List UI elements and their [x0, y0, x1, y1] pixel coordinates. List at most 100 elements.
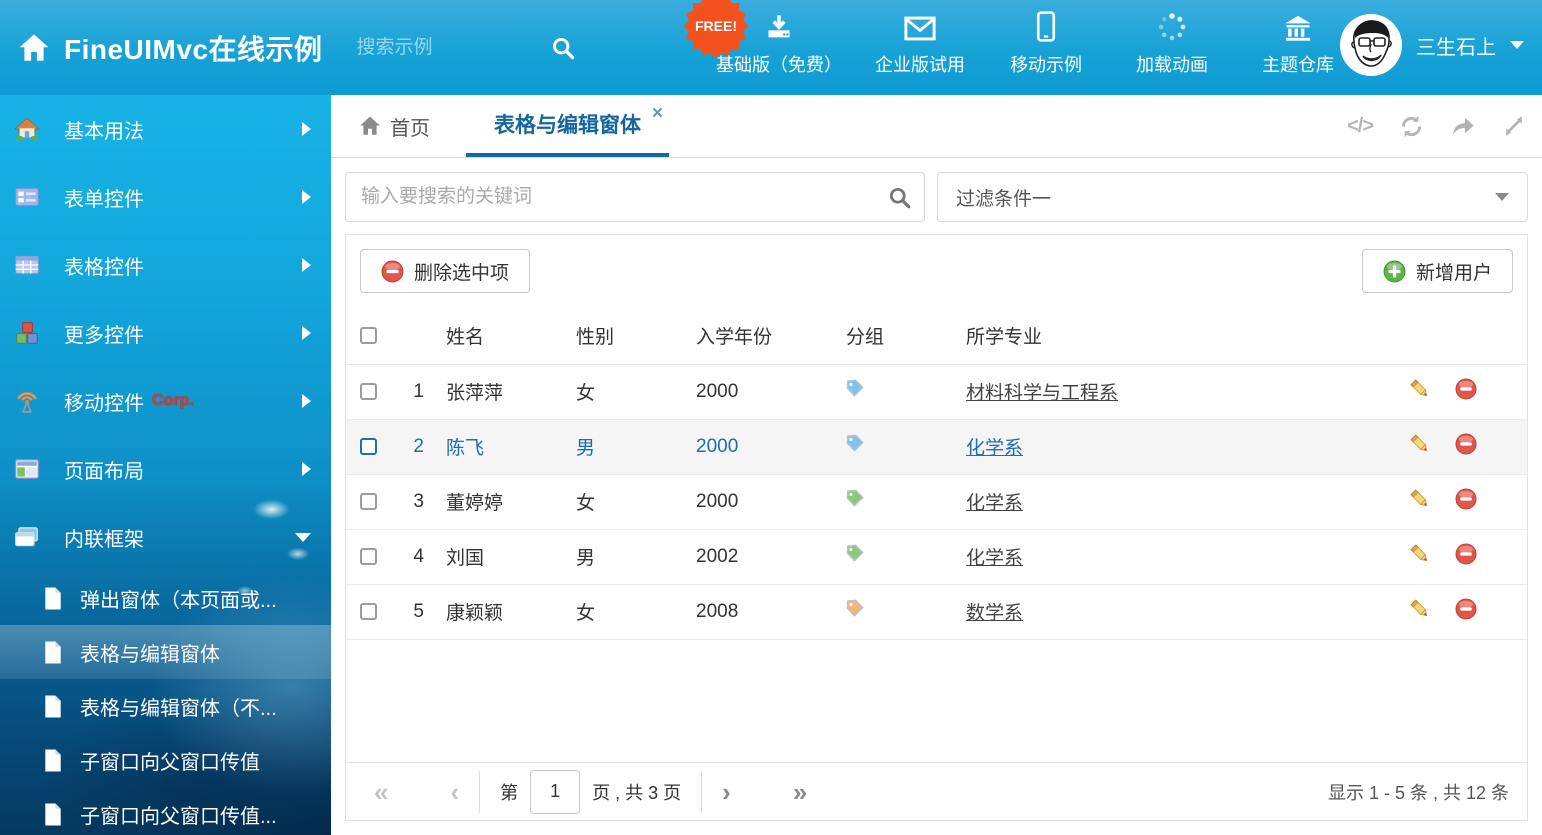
- table-row[interactable]: 5 康颖颖 女 2008 数学系: [346, 584, 1527, 639]
- add-user-button[interactable]: 新增用户: [1362, 249, 1513, 293]
- row-checkbox[interactable]: [360, 548, 377, 565]
- document-icon: [42, 640, 64, 664]
- cell-name: 张萍萍: [436, 364, 566, 419]
- nav-item-basic-version[interactable]: 基础版（免费）: [716, 12, 842, 77]
- next-page-button[interactable]: ›: [722, 779, 731, 805]
- nav-item-theme-repo[interactable]: 主题仓库: [1250, 12, 1346, 77]
- sidebar-subitem-grid-edit-window-2[interactable]: 表格与编辑窗体（不...: [0, 679, 331, 733]
- cell-name: 康颖颖: [436, 584, 566, 639]
- page-prefix: 第: [500, 779, 518, 805]
- sidebar-item-basic-usage[interactable]: 基本用法: [0, 95, 331, 163]
- main-area: 首页 表格与编辑窗体 × </>: [331, 95, 1542, 835]
- sidebar-item-form-controls[interactable]: 表单控件: [0, 163, 331, 231]
- major-link[interactable]: 化学系: [966, 493, 1023, 514]
- cell-name: 董婷婷: [436, 474, 566, 529]
- edit-icon[interactable]: [1409, 433, 1431, 455]
- delete-icon[interactable]: [1455, 433, 1477, 455]
- sidebar-item-label: 移动控件: [64, 387, 144, 416]
- close-icon[interactable]: ×: [652, 104, 663, 123]
- tab-toolbar: </>: [1347, 95, 1526, 157]
- grid-toolbar: 删除选中项 新增用户: [346, 235, 1527, 307]
- delete-icon[interactable]: [1455, 378, 1477, 400]
- row-number: 1: [390, 364, 436, 419]
- sidebar-subitem-grid-edit-window[interactable]: 表格与编辑窗体: [0, 625, 331, 679]
- row-checkbox[interactable]: [360, 383, 377, 400]
- sidebar-item-page-layout[interactable]: 页面布局: [0, 435, 331, 503]
- sidebar-subitem-label: 表格与编辑窗体（不...: [80, 692, 277, 721]
- spinner-icon: [1157, 12, 1187, 42]
- cell-gender: 男: [566, 419, 686, 474]
- share-icon[interactable]: [1450, 114, 1476, 139]
- row-checkbox[interactable]: [360, 493, 377, 510]
- table-header-row: 姓名 性别 入学年份 分组 所学专业: [346, 307, 1527, 364]
- edit-icon[interactable]: [1409, 543, 1431, 565]
- delete-icon[interactable]: [1455, 598, 1477, 620]
- sidebar-item-more-controls[interactable]: 更多控件: [0, 299, 331, 367]
- refresh-icon[interactable]: [1399, 114, 1424, 139]
- nav-label: 加载动画: [1136, 51, 1208, 77]
- cell-year: 2008: [686, 584, 836, 639]
- row-checkbox[interactable]: [360, 438, 377, 455]
- search-icon[interactable]: [551, 36, 575, 60]
- cell-gender: 男: [566, 529, 686, 584]
- nav-item-loading-anim[interactable]: 加载动画: [1124, 12, 1220, 77]
- delete-icon[interactable]: [1455, 488, 1477, 510]
- tab-bar: 首页 表格与编辑窗体 × </>: [331, 95, 1542, 158]
- edit-icon[interactable]: [1409, 378, 1431, 400]
- home-icon[interactable]: [18, 32, 50, 64]
- fullscreen-icon[interactable]: [1502, 114, 1526, 138]
- edit-icon[interactable]: [1409, 598, 1431, 620]
- filter-row: 过滤条件一: [345, 172, 1528, 222]
- nav-item-mobile-demo[interactable]: 移动示例: [998, 12, 1094, 77]
- chevron-right-icon: [302, 190, 311, 204]
- row-checkbox[interactable]: [360, 603, 377, 620]
- nav-label: 企业版试用: [875, 51, 965, 77]
- major-link[interactable]: 化学系: [966, 548, 1023, 569]
- tag-icon: [844, 543, 865, 564]
- major-link[interactable]: 化学系: [966, 438, 1023, 459]
- filter-selected-value: 过滤条件一: [956, 184, 1051, 211]
- antenna-icon: [14, 388, 40, 414]
- tab-home[interactable]: 首页: [345, 95, 444, 157]
- prev-page-button[interactable]: ‹: [450, 779, 459, 805]
- page-number-input[interactable]: [530, 770, 580, 814]
- edit-icon[interactable]: [1409, 488, 1431, 510]
- select-all-checkbox[interactable]: [360, 327, 377, 344]
- delete-selected-button[interactable]: 删除选中项: [360, 249, 530, 293]
- nav-item-enterprise-trial[interactable]: 企业版试用: [872, 12, 968, 77]
- sidebar: 基本用法 表单控件 表格控件 更多控件 移动控件 Corp.: [0, 95, 331, 835]
- app-window: FineUIMvc在线示例 FREE! 基础版（免费） 企业版试用 移动示例: [0, 0, 1542, 835]
- tab-grid-edit-window[interactable]: 表格与编辑窗体 ×: [466, 95, 669, 157]
- header-search-input[interactable]: [357, 37, 507, 59]
- keyword-search-input[interactable]: [346, 173, 924, 221]
- source-code-icon[interactable]: </>: [1347, 115, 1373, 138]
- search-icon[interactable]: [888, 186, 911, 214]
- major-link[interactable]: 数学系: [966, 603, 1023, 624]
- chevron-right-icon: [302, 258, 311, 272]
- sidebar-item-mobile-controls[interactable]: 移动控件 Corp.: [0, 367, 331, 435]
- sidebar-subitem-child-to-parent-2[interactable]: 子窗口向父窗口传值...: [0, 787, 331, 835]
- sidebar-subitem-child-to-parent[interactable]: 子窗口向父窗口传值: [0, 733, 331, 787]
- table-row[interactable]: 1 张萍萍 女 2000 材料科学与工程系: [346, 364, 1527, 419]
- first-page-button[interactable]: «: [374, 779, 388, 805]
- row-number: 5: [390, 584, 436, 639]
- table-row[interactable]: 2 陈飞 男 2000 化学系: [346, 419, 1527, 474]
- home-icon: [359, 115, 381, 137]
- bank-icon: [1283, 12, 1313, 42]
- avatar: [1340, 14, 1402, 76]
- major-link[interactable]: 材料科学与工程系: [966, 383, 1118, 404]
- sidebar-subitem-label: 弹出窗体（本页面或...: [80, 584, 277, 613]
- user-menu[interactable]: 三生石上: [1340, 14, 1524, 76]
- frames-icon: [14, 524, 40, 550]
- table-row[interactable]: 4 刘国 男 2002 化学系: [346, 529, 1527, 584]
- delete-icon[interactable]: [1455, 543, 1477, 565]
- filter-dropdown[interactable]: 过滤条件一: [937, 172, 1528, 222]
- download-icon: [764, 12, 794, 42]
- cell-name: 刘国: [436, 529, 566, 584]
- table-row[interactable]: 3 董婷婷 女 2000 化学系: [346, 474, 1527, 529]
- document-icon: [42, 748, 64, 772]
- sidebar-item-grid-controls[interactable]: 表格控件: [0, 231, 331, 299]
- last-page-button[interactable]: »: [793, 779, 807, 805]
- sidebar-item-iframe[interactable]: 内联框架: [0, 503, 331, 571]
- sidebar-subitem-popup-window[interactable]: 弹出窗体（本页面或...: [0, 571, 331, 625]
